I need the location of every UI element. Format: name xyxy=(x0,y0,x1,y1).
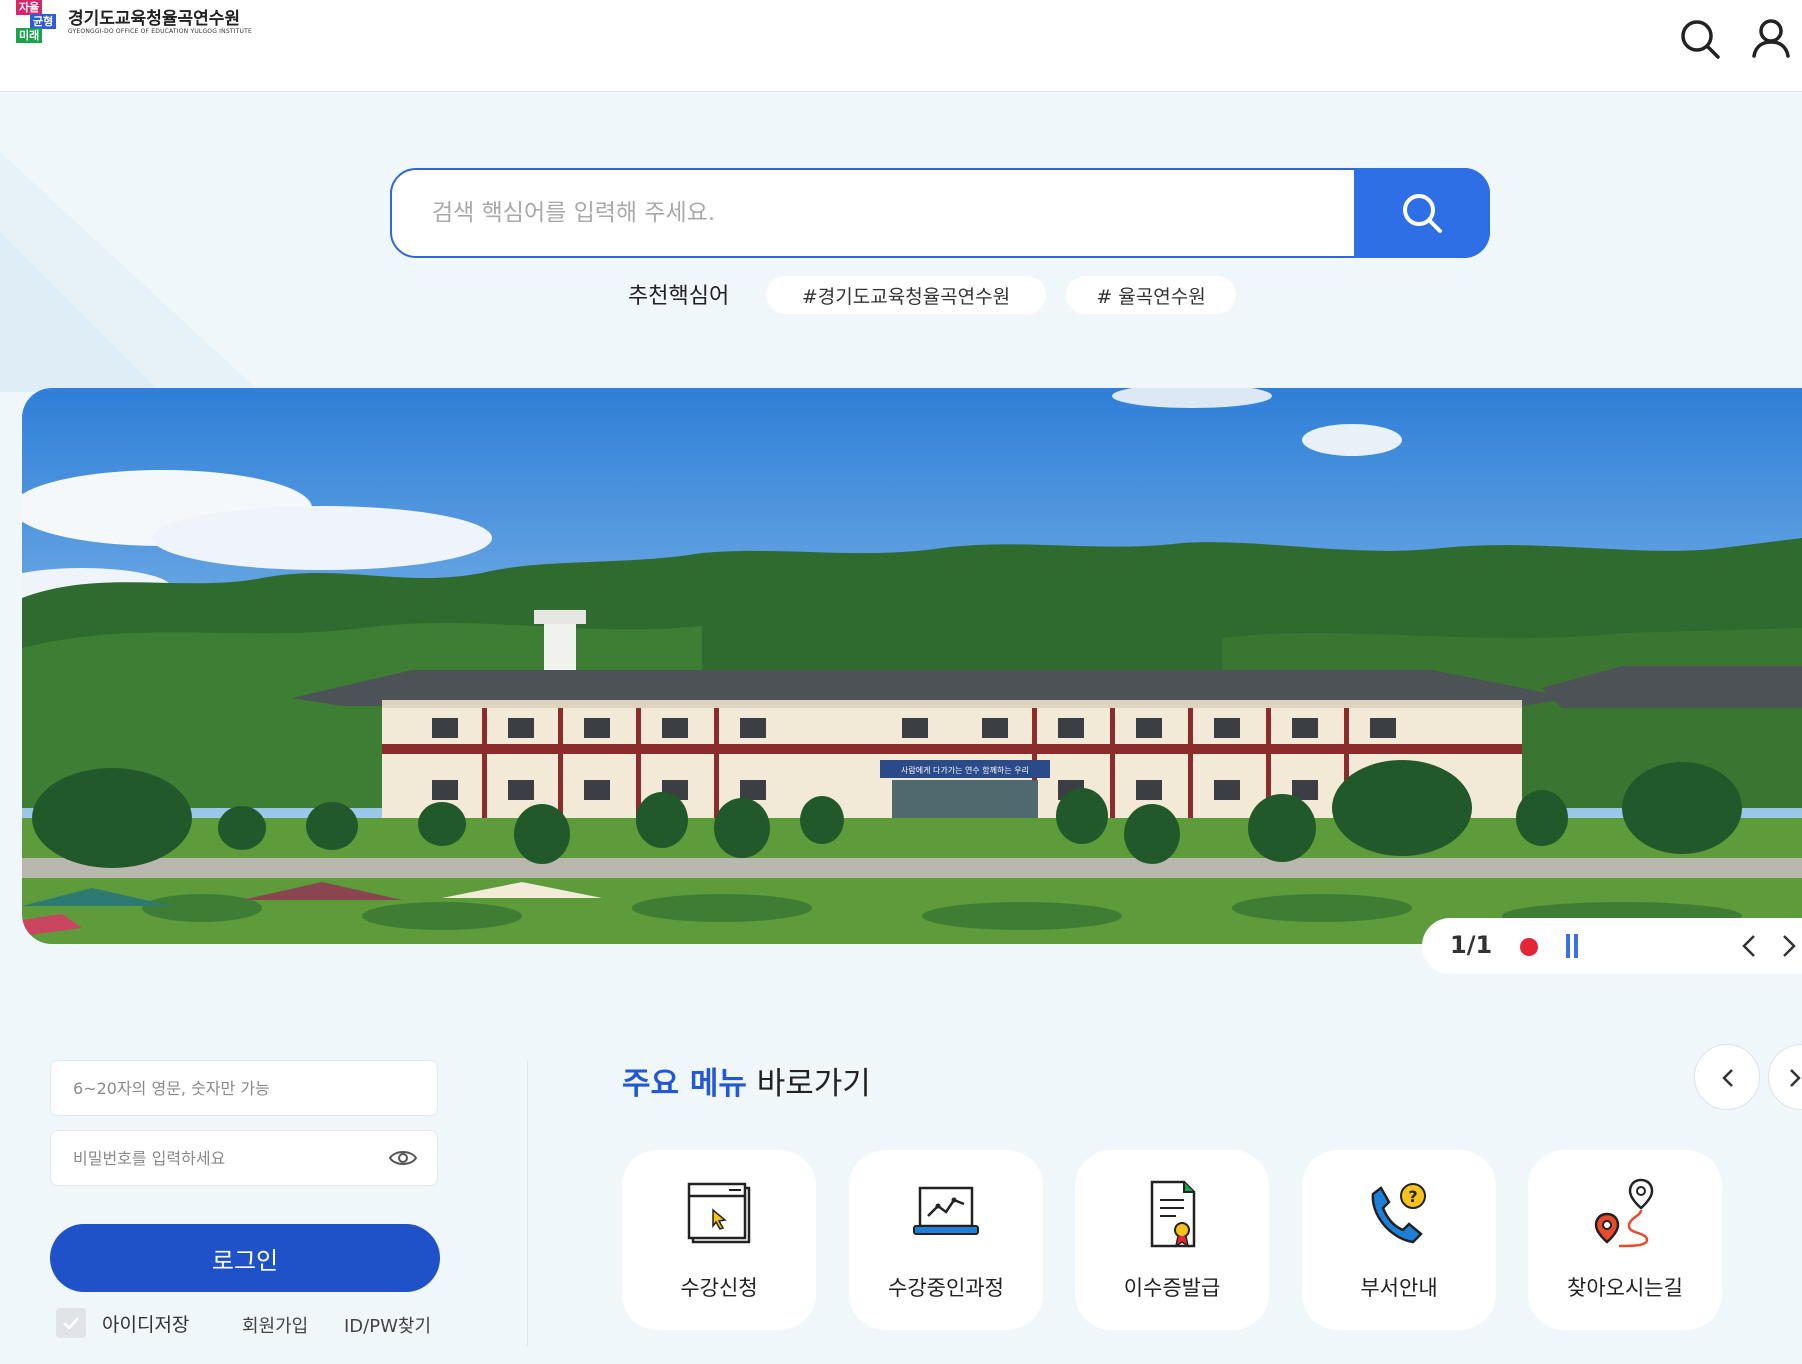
search-box xyxy=(390,168,1490,258)
quick-menu-card[interactable]: 수강중인과정 xyxy=(849,1150,1043,1330)
course-apply-icon xyxy=(687,1182,751,1244)
banner-sign-text: 사람에게 다가가는 연수 함께하는 우리 xyxy=(901,765,1029,775)
department-phone-icon: ? xyxy=(1371,1183,1426,1244)
slider-controls: 1/1 xyxy=(1422,918,1802,974)
quick-menu-label: 수강신청 xyxy=(680,1276,758,1300)
background-decoration xyxy=(0,92,320,392)
password-visibility-toggle[interactable] xyxy=(388,1146,418,1170)
main-banner[interactable]: 사람에게 다가가는 연수 함께하는 우리 xyxy=(22,388,1802,944)
search-input[interactable] xyxy=(432,190,1332,236)
site-logo[interactable]: 자율 균형 미래 경기도교육청율곡연수원 GYEONGGI-DO OFFICE … xyxy=(14,0,254,50)
logo-subtitle: GYEONGGI-DO OFFICE OF EDUCATION YULGOG I… xyxy=(68,28,252,35)
keyword-chip[interactable]: #경기도교육청율곡연수원 xyxy=(766,276,1046,314)
quick-menu-card[interactable]: 찾아오시는길 xyxy=(1528,1150,1722,1330)
slide-indicator-dot[interactable] xyxy=(1520,938,1538,956)
find-id-pw-link[interactable]: ID/PW찾기 xyxy=(344,1312,431,1338)
logo-mark: 자율 균형 미래 xyxy=(16,0,62,46)
slide-prev-button[interactable] xyxy=(1734,930,1764,962)
quick-menu-prev-button[interactable] xyxy=(1694,1044,1760,1110)
pause-icon[interactable] xyxy=(1562,934,1586,960)
recommended-keywords-label: 추천핵심어 xyxy=(628,284,730,309)
slide-counter: 1/1 xyxy=(1450,931,1493,959)
quick-menu-label: 이수증발급 xyxy=(1123,1276,1221,1300)
chevron-right-icon xyxy=(1783,935,1796,957)
search-icon xyxy=(1681,20,1720,59)
search-icon xyxy=(1403,194,1442,233)
quick-menu-title: 주요 메뉴 바로가기 xyxy=(622,1058,871,1103)
logo-mark-word: 자율 xyxy=(16,0,43,15)
login-password-input[interactable] xyxy=(50,1130,438,1186)
section-divider xyxy=(527,1060,528,1346)
quick-menu-label: 부서안내 xyxy=(1360,1276,1438,1300)
chevron-left-icon xyxy=(1742,935,1755,957)
quick-menu-card[interactable]: 수강신청 xyxy=(622,1150,816,1330)
quick-menu-title-highlight: 주요 메뉴 xyxy=(622,1066,747,1102)
user-icon xyxy=(1752,19,1790,58)
eye-icon xyxy=(388,1151,418,1165)
slide-next-button[interactable] xyxy=(1774,930,1802,962)
search-button[interactable] xyxy=(1354,168,1490,258)
check-icon xyxy=(63,1317,79,1330)
header-user-button[interactable] xyxy=(1746,14,1796,64)
svg-text:?: ? xyxy=(1408,1187,1417,1206)
chevron-left-icon xyxy=(1722,1069,1733,1087)
directions-icon xyxy=(1594,1178,1654,1248)
quick-menu-title-rest: 바로가기 xyxy=(746,1066,871,1102)
logo-mark-word: 미래 xyxy=(16,28,43,43)
quick-menu-card[interactable]: 이수증발급 xyxy=(1075,1150,1269,1330)
quick-menu-label: 수강중인과정 xyxy=(888,1276,1004,1300)
site-header: 자율 균형 미래 경기도교육청율곡연수원 GYEONGGI-DO OFFICE … xyxy=(0,0,1802,92)
certificate-icon xyxy=(1150,1180,1196,1248)
keyword-chip[interactable]: # 율곡연수원 xyxy=(1066,276,1236,314)
quick-menu-next-button[interactable] xyxy=(1768,1044,1802,1110)
chevron-right-icon xyxy=(1790,1069,1801,1087)
quick-menu-card[interactable]: ? 부서안내 xyxy=(1302,1150,1496,1330)
save-id-label[interactable]: 아이디저장 xyxy=(102,1310,189,1337)
banner-image: 사람에게 다가가는 연수 함께하는 우리 xyxy=(22,388,1802,944)
header-search-button[interactable] xyxy=(1676,14,1726,64)
logo-mark-word: 균형 xyxy=(30,14,57,29)
login-button[interactable]: 로그인 xyxy=(50,1224,440,1292)
quick-menu-label: 찾아오시는길 xyxy=(1567,1276,1683,1300)
logo-title: 경기도교육청율곡연수원 xyxy=(68,9,241,29)
login-id-input[interactable] xyxy=(50,1060,438,1116)
save-id-checkbox[interactable] xyxy=(56,1308,86,1338)
course-progress-icon xyxy=(913,1186,979,1235)
join-link[interactable]: 회원가입 xyxy=(242,1312,308,1338)
